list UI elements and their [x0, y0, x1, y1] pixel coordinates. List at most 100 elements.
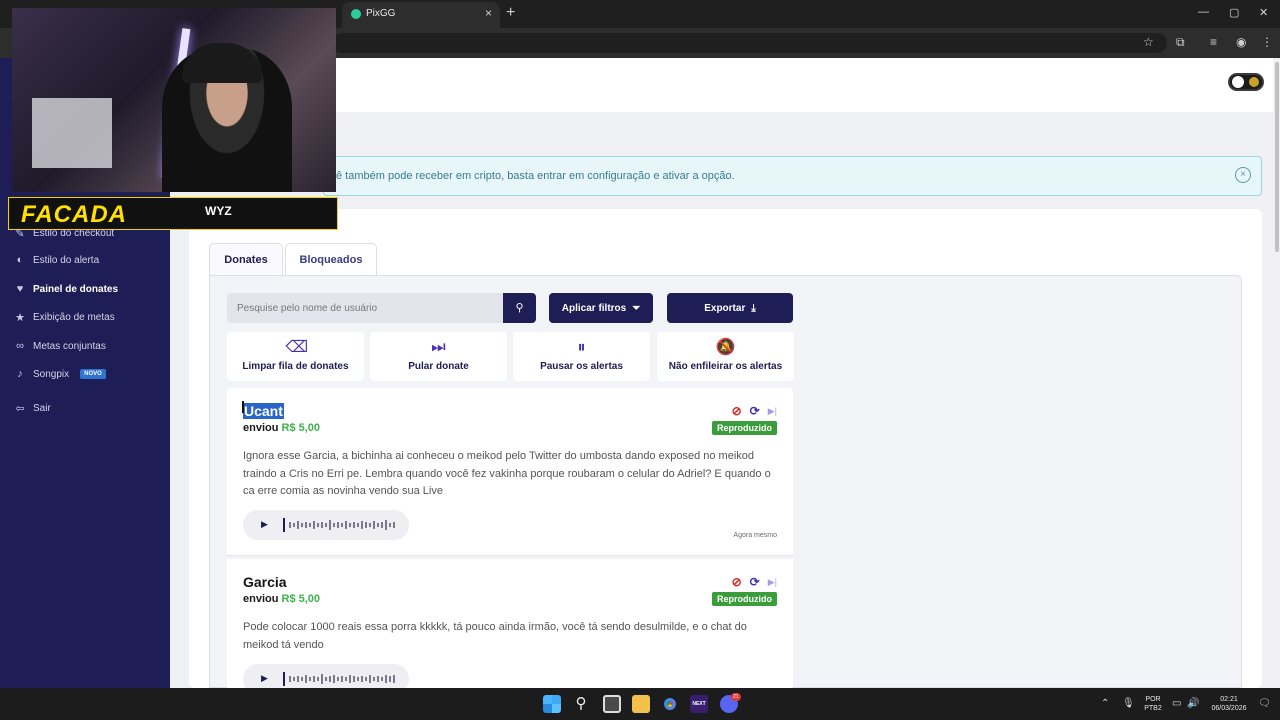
tab-blocked[interactable]: Bloqueados — [285, 243, 377, 275]
donation-timestamp: Agora mesmo — [733, 532, 777, 539]
donation-message: Pode colocar 1000 reais essa porra kkkkk… — [243, 621, 747, 651]
media-icon[interactable]: ≡ — [1210, 35, 1217, 49]
audio-waveform[interactable] — [283, 518, 399, 532]
scrollbar-thumb[interactable] — [1275, 62, 1279, 252]
donate-hand-icon: ♥ — [16, 283, 24, 295]
dont-queue-alerts-button[interactable]: 🔕 Não enfileirar os alertas — [657, 332, 794, 381]
skip-icon[interactable]: ▶| — [768, 406, 777, 417]
donate-item: Garcia enviou R$ 5,00 ⊘ ⟳ ▶| Reproduzido… — [227, 559, 793, 694]
sent-prefix: enviou — [243, 593, 279, 605]
chrome-icon[interactable] — [661, 695, 679, 713]
block-user-icon[interactable]: ⊘ — [732, 575, 742, 589]
donate-item: Ucant enviou R$ 5,00 ⊘ ⟳ ▶| Reproduzido … — [227, 388, 793, 556]
crypto-info-banner: ê também pode receber em cripto, basta e… — [323, 156, 1262, 196]
sidebar-item-label: Metas conjuntas — [33, 340, 106, 352]
tab-donates[interactable]: Donates — [209, 243, 283, 275]
pixgg-favicon-icon — [351, 9, 361, 19]
start-menu-icon[interactable] — [543, 695, 561, 713]
close-window-button[interactable]: ✕ — [1259, 6, 1268, 19]
status-badge: Reproduzido — [712, 592, 777, 606]
link-icon: ∞ — [16, 340, 24, 352]
pause-alerts-button[interactable]: ⏸ Pausar os alertas — [513, 332, 650, 381]
sidebar-item-donates-panel[interactable]: ♥ Painel de donates — [14, 279, 118, 299]
close-banner-icon[interactable]: × — [1235, 167, 1251, 183]
sidebar-item-label: Exibição de metas — [33, 311, 115, 323]
sidebar-item-logout[interactable]: ⇦ Sair — [14, 398, 50, 418]
minimize-button[interactable]: — — [1198, 6, 1209, 18]
export-button[interactable]: Exportar ⤓ — [667, 293, 793, 323]
music-icon: ♪ — [17, 368, 23, 380]
sidebar-item-joint-goals[interactable]: ∞ Metas conjuntas — [14, 336, 106, 356]
profile-icon[interactable]: ◉ — [1236, 35, 1246, 49]
donation-message: Ignora esse Garcia, a bichinha ai conhec… — [243, 450, 771, 497]
clear-queue-button[interactable]: ⌫ Limpar fila de donates — [227, 332, 364, 381]
clock-date: 06/03/2026 — [1211, 705, 1247, 712]
extensions-icon[interactable]: ⧉ — [1176, 35, 1185, 50]
toggle-knob — [1232, 76, 1244, 88]
windows-taskbar: ⚲ NEXT 21 ⌃ 🎙 POR PTB2 ▭ 🔊 02:21 06/03/202… — [0, 688, 1280, 720]
file-explorer-icon[interactable] — [632, 695, 650, 713]
sidebar-item-songpix[interactable]: ♪ Songpix NOVO — [14, 364, 106, 384]
username-search-input[interactable] — [227, 293, 503, 323]
bell-off-icon: 🔕 — [715, 339, 736, 356]
app-header — [170, 58, 1280, 112]
close-tab-icon[interactable]: × — [485, 6, 492, 20]
sun-icon — [1249, 77, 1259, 87]
donation-amount: R$ 5,00 — [281, 422, 321, 434]
skip-icon[interactable]: ▶| — [768, 577, 777, 588]
task-view-icon[interactable] — [603, 695, 621, 713]
sidebar-item-label: Estilo do alerta — [33, 254, 100, 266]
theme-toggle[interactable] — [1228, 73, 1264, 91]
logout-icon: ⇦ — [15, 402, 25, 415]
search-icon: ⚲ — [515, 302, 524, 314]
browser-tab-pixgg[interactable]: PixGG × — [342, 2, 500, 28]
keyboard-layout: PTB2 — [1144, 705, 1162, 712]
action-label: Limpar fila de donates — [242, 361, 349, 372]
donor-name[interactable]: Ucant — [243, 403, 284, 419]
apply-filters-label: Aplicar filtros — [561, 302, 627, 314]
volume-icon[interactable]: 🔊 — [1187, 698, 1199, 709]
address-bar[interactable] — [332, 33, 1167, 53]
action-label: Não enfileirar os alertas — [668, 361, 783, 372]
sidebar-item-alert-style[interactable]: ◐ Estilo do alerta — [14, 250, 99, 270]
search-button[interactable]: ⚲ — [503, 293, 536, 323]
palette-icon: ◐ — [16, 254, 24, 266]
star-icon[interactable]: ☆ — [1143, 35, 1154, 49]
discord-notification-badge: 21 — [731, 693, 741, 701]
language-code: POR — [1145, 696, 1161, 703]
sidebar-item-goals-display[interactable]: ★ Exibição de metas — [14, 307, 115, 327]
donate-actions: ⊘ ⟳ ▶| — [732, 404, 777, 418]
browser-tab-title: PixGG — [366, 8, 396, 19]
search-icon[interactable]: ⚲ — [572, 695, 590, 713]
chevron-up-icon[interactable]: ⌃ — [1101, 698, 1109, 709]
play-icon[interactable]: ▶ — [261, 519, 268, 530]
donation-sent-line: enviou R$ 5,00 — [243, 422, 320, 434]
play-icon[interactable]: ▶ — [261, 673, 268, 684]
sidebar-item-label: Songpix — [33, 368, 70, 380]
star-icon: ★ — [15, 311, 25, 324]
audio-waveform[interactable] — [283, 672, 399, 686]
clock[interactable]: 02:21 06/03/2026 — [1207, 695, 1251, 713]
action-label: Pular donate — [408, 361, 469, 372]
audio-player[interactable]: ▶ — [243, 510, 409, 540]
skip-donate-button[interactable]: ⏭ Pular donate — [370, 332, 507, 381]
apply-filters-button[interactable]: Aplicar filtros ⏷ — [549, 293, 653, 323]
export-label: Exportar — [704, 302, 746, 314]
maximize-button[interactable]: ▢ — [1229, 6, 1239, 19]
text-cursor — [242, 401, 244, 413]
notifications-icon[interactable]: 🗨 — [1258, 698, 1271, 709]
microphone-icon[interactable]: 🎙 — [1122, 698, 1135, 709]
sent-prefix: enviou — [243, 422, 279, 434]
replay-icon[interactable]: ⟳ — [750, 404, 760, 418]
streamer-name-banner: FACADA WYZ — [8, 197, 338, 230]
donation-sent-line: enviou R$ 5,00 — [243, 593, 320, 605]
sidebar-item-label: Painel de donates — [33, 283, 119, 295]
replay-icon[interactable]: ⟳ — [750, 575, 760, 589]
new-tab-button[interactable]: + — [506, 4, 515, 22]
block-user-icon[interactable]: ⊘ — [732, 404, 742, 418]
language-indicator[interactable]: POR PTB2 — [1142, 695, 1164, 713]
donor-name[interactable]: Garcia — [243, 574, 287, 590]
menu-icon[interactable]: ⋮ — [1261, 35, 1273, 49]
network-icon[interactable]: ▭ — [1172, 698, 1181, 709]
next-app-icon[interactable]: NEXT — [690, 695, 708, 713]
